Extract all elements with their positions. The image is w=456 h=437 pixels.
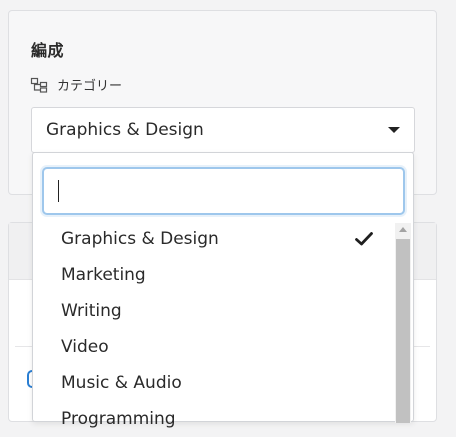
chevron-down-icon — [388, 127, 400, 133]
scroll-thumb[interactable] — [396, 239, 410, 423]
dropdown-option[interactable]: Writing — [33, 293, 395, 329]
category-label-text: カテゴリー — [57, 79, 123, 94]
option-label: Graphics & Design — [61, 229, 219, 249]
scroll-up-arrow-icon[interactable] — [399, 227, 407, 232]
option-label: Writing — [61, 301, 122, 321]
dropdown-scrollbar[interactable] — [395, 223, 411, 423]
dropdown-option[interactable]: Marketing — [33, 257, 395, 293]
dropdown-option[interactable]: Graphics & Design — [33, 221, 395, 257]
option-label: Marketing — [61, 265, 146, 285]
option-label: Programming — [61, 409, 176, 429]
dropdown-option[interactable]: Video — [33, 329, 395, 365]
dropdown-option[interactable]: Programming — [33, 401, 395, 437]
section-title: 編成 — [31, 41, 65, 60]
category-selected-value: Graphics & Design — [46, 120, 204, 140]
dropdown-options: Graphics & Design Marketing Writing Vide… — [33, 221, 395, 437]
category-select[interactable]: Graphics & Design — [31, 107, 415, 153]
option-label: Music & Audio — [61, 373, 182, 393]
category-dropdown: Graphics & Design Marketing Writing Vide… — [32, 152, 414, 429]
category-tree-icon — [30, 77, 48, 93]
category-label: カテゴリー — [30, 75, 122, 94]
dropdown-option[interactable]: Music & Audio — [33, 365, 395, 401]
check-icon — [355, 232, 373, 246]
option-label: Video — [61, 337, 109, 357]
dropdown-search-input[interactable] — [42, 167, 405, 215]
text-caret — [58, 180, 59, 202]
